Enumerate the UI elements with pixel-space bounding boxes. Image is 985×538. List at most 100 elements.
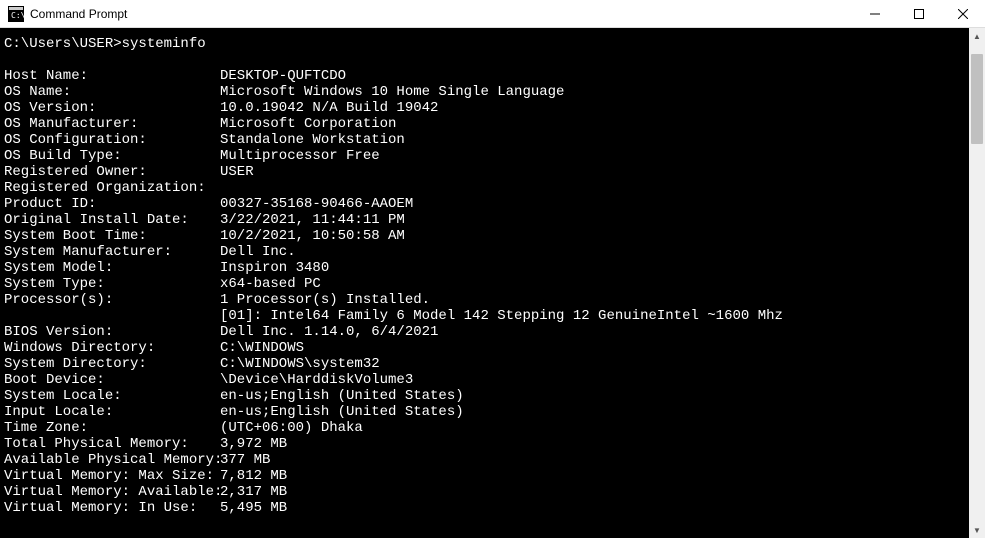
terminal-output[interactable]: C:\Users\USER>systeminfo Host Name:DESKTO… [0, 28, 969, 538]
info-row: Virtual Memory: Max Size:7,812 MB [4, 468, 965, 484]
info-row: System Boot Time:10/2/2021, 10:50:58 AM [4, 228, 965, 244]
info-label: OS Name: [4, 84, 220, 100]
info-value: 3/22/2021, 11:44:11 PM [220, 212, 405, 228]
info-label: Host Name: [4, 68, 220, 84]
minimize-icon [870, 9, 880, 19]
info-value: \Device\HarddiskVolume3 [220, 372, 413, 388]
cmd-icon: C:\ [8, 6, 24, 22]
info-value: 00327-35168-90466-AAOEM [220, 196, 413, 212]
info-value: Dell Inc. 1.14.0, 6/4/2021 [220, 324, 438, 340]
info-label: OS Version: [4, 100, 220, 116]
vertical-scrollbar[interactable]: ▲ ▼ [969, 28, 985, 538]
info-label: OS Configuration: [4, 132, 220, 148]
info-label: Available Physical Memory: [4, 452, 220, 468]
info-row: [01]: Intel64 Family 6 Model 142 Steppin… [4, 308, 965, 324]
info-label: OS Build Type: [4, 148, 220, 164]
maximize-icon [914, 9, 924, 19]
info-value: Dell Inc. [220, 244, 296, 260]
info-row: Product ID:00327-35168-90466-AAOEM [4, 196, 965, 212]
info-label: System Directory: [4, 356, 220, 372]
info-row: Host Name:DESKTOP-QUFTCDO [4, 68, 965, 84]
minimize-button[interactable] [853, 0, 897, 27]
window-titlebar: C:\ Command Prompt [0, 0, 985, 28]
info-row: OS Configuration:Standalone Workstation [4, 132, 965, 148]
info-row: Virtual Memory: Available:2,317 MB [4, 484, 965, 500]
info-label: Boot Device: [4, 372, 220, 388]
info-label: Processor(s): [4, 292, 220, 308]
info-row: Registered Owner:USER [4, 164, 965, 180]
info-label: OS Manufacturer: [4, 116, 220, 132]
scroll-thumb[interactable] [971, 54, 983, 144]
info-value: en-us;English (United States) [220, 388, 464, 404]
info-value: en-us;English (United States) [220, 404, 464, 420]
info-value: x64-based PC [220, 276, 321, 292]
info-value: 10.0.19042 N/A Build 19042 [220, 100, 438, 116]
info-value: Microsoft Corporation [220, 116, 396, 132]
info-row: Windows Directory:C:\WINDOWS [4, 340, 965, 356]
info-row: Total Physical Memory:3,972 MB [4, 436, 965, 452]
info-label: System Type: [4, 276, 220, 292]
info-row: System Directory:C:\WINDOWS\system32 [4, 356, 965, 372]
client-area: C:\Users\USER>systeminfo Host Name:DESKTO… [0, 28, 985, 538]
info-label: Virtual Memory: Available: [4, 484, 220, 500]
info-value: DESKTOP-QUFTCDO [220, 68, 346, 84]
info-row: Input Locale:en-us;English (United State… [4, 404, 965, 420]
info-row: Boot Device:\Device\HarddiskVolume3 [4, 372, 965, 388]
close-icon [958, 9, 968, 19]
scroll-down-button[interactable]: ▼ [969, 522, 985, 538]
info-value: (UTC+06:00) Dhaka [220, 420, 363, 436]
scroll-up-button[interactable]: ▲ [969, 28, 985, 44]
info-label: System Manufacturer: [4, 244, 220, 260]
info-label: BIOS Version: [4, 324, 220, 340]
info-row: Processor(s):1 Processor(s) Installed. [4, 292, 965, 308]
info-value: C:\WINDOWS [220, 340, 304, 356]
info-row: BIOS Version:Dell Inc. 1.14.0, 6/4/2021 [4, 324, 965, 340]
info-value: USER [220, 164, 254, 180]
info-row: System Type:x64-based PC [4, 276, 965, 292]
prompt-text: C:\Users\USER> [4, 36, 122, 52]
info-value: Microsoft Windows 10 Home Single Languag… [220, 84, 564, 100]
info-value: 5,495 MB [220, 500, 287, 516]
info-row: OS Manufacturer:Microsoft Corporation [4, 116, 965, 132]
info-row: Registered Organization: [4, 180, 965, 196]
info-value: 377 MB [220, 452, 270, 468]
info-row: Time Zone:(UTC+06:00) Dhaka [4, 420, 965, 436]
info-label: Registered Owner: [4, 164, 220, 180]
info-label: Input Locale: [4, 404, 220, 420]
info-label: System Locale: [4, 388, 220, 404]
info-value: Multiprocessor Free [220, 148, 380, 164]
info-label: Original Install Date: [4, 212, 220, 228]
info-row: Original Install Date:3/22/2021, 11:44:1… [4, 212, 965, 228]
info-label: Registered Organization: [4, 180, 220, 196]
info-value: 3,972 MB [220, 436, 287, 452]
info-value: 7,812 MB [220, 468, 287, 484]
info-value: Inspiron 3480 [220, 260, 329, 276]
window-title: Command Prompt [30, 7, 853, 21]
info-row: System Manufacturer:Dell Inc. [4, 244, 965, 260]
info-row: Available Physical Memory:377 MB [4, 452, 965, 468]
close-button[interactable] [941, 0, 985, 27]
info-row: OS Name:Microsoft Windows 10 Home Single… [4, 84, 965, 100]
svg-text:C:\: C:\ [11, 11, 24, 20]
info-value: Standalone Workstation [220, 132, 405, 148]
info-label: System Boot Time: [4, 228, 220, 244]
info-row: System Model:Inspiron 3480 [4, 260, 965, 276]
info-value: [01]: Intel64 Family 6 Model 142 Steppin… [220, 308, 783, 324]
info-label: System Model: [4, 260, 220, 276]
info-value: 10/2/2021, 10:50:58 AM [220, 228, 405, 244]
command-line: C:\Users\USER>systeminfo [4, 36, 965, 52]
info-label: Virtual Memory: Max Size: [4, 468, 220, 484]
info-value: 2,317 MB [220, 484, 287, 500]
info-label: Time Zone: [4, 420, 220, 436]
info-value: 1 Processor(s) Installed. [220, 292, 430, 308]
info-value: C:\WINDOWS\system32 [220, 356, 380, 372]
window-controls [853, 0, 985, 27]
info-label: Virtual Memory: In Use: [4, 500, 220, 516]
info-row: OS Build Type:Multiprocessor Free [4, 148, 965, 164]
info-label: Product ID: [4, 196, 220, 212]
info-label: Windows Directory: [4, 340, 220, 356]
info-label: Total Physical Memory: [4, 436, 220, 452]
maximize-button[interactable] [897, 0, 941, 27]
scroll-track[interactable] [969, 44, 985, 522]
info-row: System Locale:en-us;English (United Stat… [4, 388, 965, 404]
